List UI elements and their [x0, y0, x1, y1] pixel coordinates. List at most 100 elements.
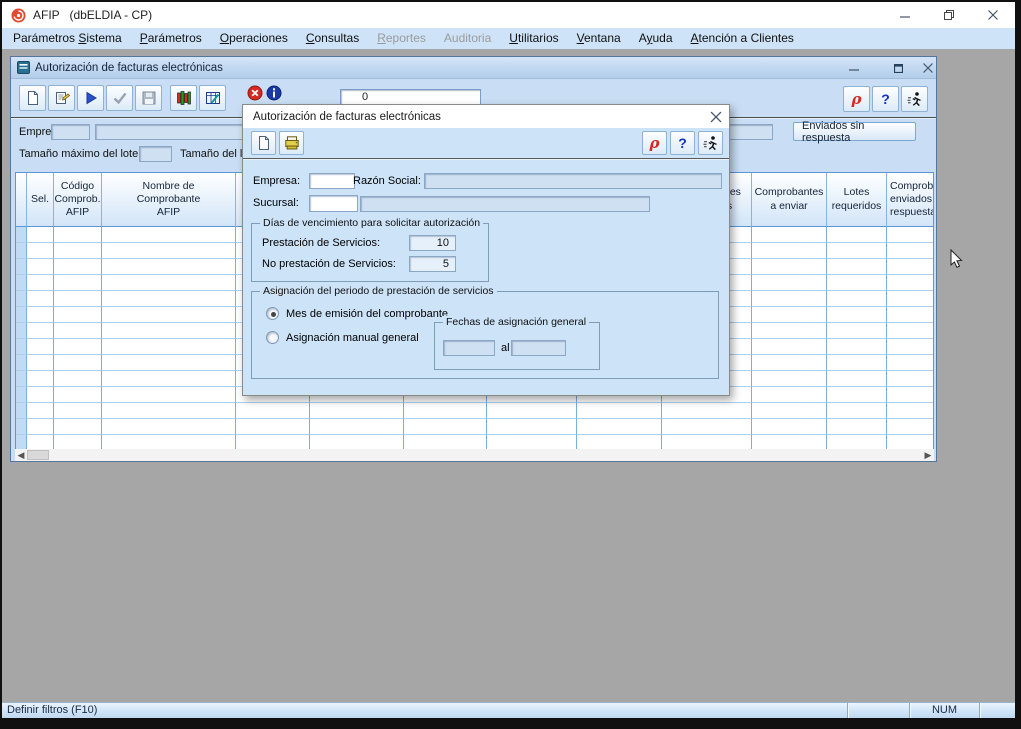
menu-auditoria[interactable]: Auditoria	[435, 28, 500, 49]
table-cell[interactable]	[27, 243, 54, 259]
table-cell[interactable]	[102, 243, 236, 259]
table-cell[interactable]	[102, 339, 236, 355]
menu-consultas[interactable]: Consultas	[297, 28, 368, 49]
radio-asignacion-manual[interactable]	[266, 331, 279, 344]
table-cell[interactable]	[827, 291, 887, 307]
help-button[interactable]: ?	[670, 131, 695, 155]
scroll-right-icon[interactable]: ▶	[922, 449, 934, 461]
table-cell[interactable]	[577, 403, 662, 419]
table-cell[interactable]	[102, 435, 236, 450]
menu-utilitarios[interactable]: Utilitarios	[500, 28, 567, 49]
table-cell[interactable]	[577, 435, 662, 450]
info-icon[interactable]	[266, 85, 282, 101]
table-cell[interactable]	[752, 243, 827, 259]
table-cell[interactable]	[827, 323, 887, 339]
table-cell[interactable]	[827, 227, 887, 243]
table-cell[interactable]	[102, 387, 236, 403]
table-cell[interactable]	[27, 435, 54, 450]
row-select-cell[interactable]	[16, 243, 27, 259]
enviados-sin-respuesta-button[interactable]: Enviados sin respuesta	[793, 122, 916, 141]
column-header-0[interactable]	[16, 173, 27, 227]
table-cell[interactable]	[27, 339, 54, 355]
new-document-button[interactable]	[251, 131, 276, 155]
table-cell[interactable]	[27, 323, 54, 339]
print-button[interactable]	[279, 131, 304, 155]
menu-parametros[interactable]: Parámetros	[131, 28, 211, 49]
column-header-1[interactable]: Sel.	[27, 173, 54, 227]
table-cell[interactable]	[887, 259, 934, 275]
table-cell[interactable]	[752, 339, 827, 355]
empresa-code-field[interactable]	[51, 124, 90, 140]
menu-ayuda[interactable]: Ayuda	[630, 28, 682, 49]
child-maximize-button[interactable]	[887, 60, 909, 76]
table-cell[interactable]	[887, 307, 934, 323]
table-cell[interactable]	[752, 275, 827, 291]
scroll-left-icon[interactable]: ◀	[15, 449, 27, 461]
filter-rho-button[interactable]: ρ	[642, 131, 667, 155]
edit-grid-button[interactable]	[199, 85, 226, 111]
table-cell[interactable]	[827, 435, 887, 450]
row-select-cell[interactable]	[16, 339, 27, 355]
table-cell[interactable]	[102, 259, 236, 275]
table-cell[interactable]	[102, 371, 236, 387]
table-cell[interactable]	[827, 339, 887, 355]
table-cell[interactable]	[827, 275, 887, 291]
row-select-cell[interactable]	[16, 227, 27, 243]
table-cell[interactable]	[310, 435, 404, 450]
table-cell[interactable]	[887, 371, 934, 387]
table-cell[interactable]	[310, 403, 404, 419]
table-cell[interactable]	[752, 419, 827, 435]
row-select-cell[interactable]	[16, 323, 27, 339]
child-minimize-button[interactable]	[843, 60, 865, 76]
column-header-12[interactable]: Comprobantes enviados sin respuesta	[887, 173, 934, 227]
table-cell[interactable]	[54, 323, 102, 339]
table-cell[interactable]	[887, 355, 934, 371]
table-cell[interactable]	[54, 419, 102, 435]
table-cell[interactable]	[27, 259, 54, 275]
table-cell[interactable]	[102, 275, 236, 291]
table-cell[interactable]	[827, 387, 887, 403]
scrollbar-thumb[interactable]	[27, 450, 49, 460]
table-cell[interactable]	[752, 403, 827, 419]
menu-operaciones[interactable]: Operaciones	[211, 28, 297, 49]
table-cell[interactable]	[27, 403, 54, 419]
table-cell[interactable]	[27, 371, 54, 387]
table-cell[interactable]	[102, 307, 236, 323]
column-header-11[interactable]: Lotes requeridos	[827, 173, 887, 227]
counter-field[interactable]: 0	[340, 89, 481, 105]
fecha-desde-field[interactable]	[443, 340, 495, 356]
table-cell[interactable]	[102, 419, 236, 435]
table-cell[interactable]	[827, 371, 887, 387]
row-select-cell[interactable]	[16, 387, 27, 403]
select-columns-button[interactable]	[170, 85, 197, 111]
column-header-3[interactable]: Nombre de Comprobante AFIP	[102, 173, 236, 227]
table-cell[interactable]	[102, 355, 236, 371]
table-cell[interactable]	[27, 307, 54, 323]
table-cell[interactable]	[887, 435, 934, 450]
table-cell[interactable]	[102, 403, 236, 419]
table-cell[interactable]	[54, 371, 102, 387]
table-cell[interactable]	[27, 275, 54, 291]
table-cell[interactable]	[487, 403, 577, 419]
table-cell[interactable]	[752, 307, 827, 323]
row-select-cell[interactable]	[16, 355, 27, 371]
prestacion-field[interactable]: 10	[409, 235, 456, 251]
table-cell[interactable]	[752, 371, 827, 387]
radio-mes-emision[interactable]	[266, 307, 279, 320]
sucursal-field[interactable]	[309, 195, 358, 212]
table-cell[interactable]	[887, 323, 934, 339]
table-cell[interactable]	[27, 419, 54, 435]
table-cell[interactable]	[27, 227, 54, 243]
table-cell[interactable]	[54, 403, 102, 419]
table-cell[interactable]	[887, 227, 934, 243]
table-cell[interactable]	[887, 339, 934, 355]
table-cell[interactable]	[102, 323, 236, 339]
menu-reportes[interactable]: Reportes	[368, 28, 435, 49]
table-cell[interactable]	[752, 387, 827, 403]
exit-button[interactable]	[901, 86, 928, 112]
close-button[interactable]	[971, 2, 1015, 28]
row-select-cell[interactable]	[16, 291, 27, 307]
table-cell[interactable]	[827, 419, 887, 435]
run-button[interactable]	[77, 85, 104, 111]
row-select-cell[interactable]	[16, 275, 27, 291]
